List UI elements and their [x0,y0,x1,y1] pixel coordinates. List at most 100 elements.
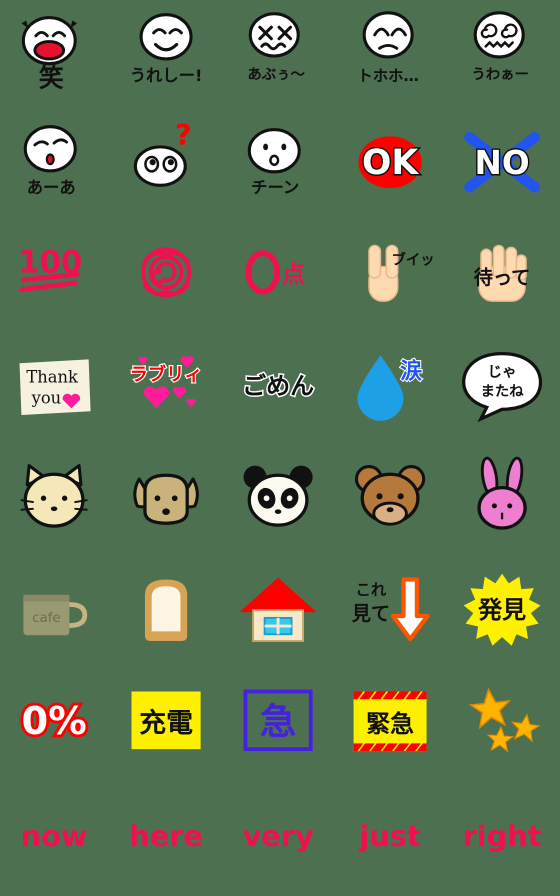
face-blank-icon: チーン [232,120,328,216]
svg-text:ごめん: ごめん [242,372,314,400]
svg-text:急: 急 [260,700,296,743]
bear-face-icon [344,456,440,552]
sticker-cell-here[interactable]: here [112,784,224,896]
sorry-text-icon: ごめん [232,344,328,440]
sticker-cell-hundred[interactable]: 100 [0,224,112,336]
discovery-burst-icon: 発見 [456,568,552,664]
face-sad-icon: トホホ… [344,8,440,104]
svg-text:見て: 見て [351,602,390,625]
svg-text:right: right [463,819,542,853]
svg-text:cafe: cafe [32,611,61,626]
sticker-cell-bread[interactable] [112,560,224,672]
text-right-icon: right [456,792,552,888]
cat-face-icon [8,456,104,552]
sticker-cell-zeropct[interactable]: 0% [0,672,112,784]
svg-text:またね: またね [480,383,524,400]
coffee-mug-icon: cafe [8,568,104,664]
sticker-cell-jamatane[interactable]: じゃ またね [448,336,560,448]
sticker-cell-now[interactable]: now [0,784,112,896]
sticker-cell-charge[interactable]: 充電 [112,672,224,784]
sticker-cell-bear[interactable] [336,448,448,560]
svg-text:発見: 発見 [477,596,526,624]
face-laugh-icon: 笑 [8,8,104,104]
lovely-hearts-icon: ラブリィ [120,344,216,440]
svg-text:now: now [21,819,88,853]
sticker-cell-wait[interactable]: 待って [448,224,560,336]
bread-slice-icon [120,568,216,664]
sticker-cell-happy[interactable]: うれしー! [112,0,224,112]
sticker-cell-rabbit[interactable] [448,448,560,560]
sticker-cell-right[interactable]: right [448,784,560,896]
sticker-cell-chiin[interactable]: チーン [224,112,336,224]
sticker-cell-cat[interactable] [0,448,112,560]
svg-text:笑: 笑 [39,64,64,93]
svg-text:涙: 涙 [400,359,422,385]
svg-text:点: 点 [282,262,305,288]
sticker-cell-dog[interactable] [112,448,224,560]
svg-text:ブイッ: ブイッ [392,251,435,269]
ok-stamp-icon: OK [344,120,440,216]
svg-text:0%: 0% [22,699,87,744]
svg-text:OK: OK [362,143,419,183]
face-question-icon: ? [120,118,216,216]
sticker-cell-namida[interactable]: 涙 [336,336,448,448]
svg-text:緊急: 緊急 [366,710,414,738]
sticker-cell-zeroten[interactable]: 点 [224,224,336,336]
peace-hand-icon: ブイッ [344,232,440,328]
sticker-cell-panda[interactable] [224,448,336,560]
sticker-cell-no[interactable]: NO [448,112,560,224]
rose-icon [120,232,216,328]
sticker-cell-aaa[interactable]: あーあ [0,112,112,224]
text-just-icon: just [344,792,440,888]
sticker-cell-ok[interactable]: OK [336,112,448,224]
text-now-icon: now [8,792,104,888]
sticker-cell-lovely[interactable]: ラブリィ [112,336,224,448]
svg-text:これ: これ [356,581,387,599]
house-icon [232,568,328,664]
sticker-cell-koremite[interactable]: これ 見て [336,560,448,672]
sticker-cell-tohoho[interactable]: トホホ… [336,0,448,112]
svg-text:you: you [31,389,62,408]
sticker-cell-hakken[interactable]: 発見 [448,560,560,672]
hundred-points-icon: 100 [8,232,104,328]
text-here-icon: here [120,792,216,888]
svg-text:トホホ…: トホホ… [357,67,418,85]
stars-icon [456,680,552,776]
face-swirl-eyes-icon: うわぁー [456,8,552,104]
svg-text:チーン: チーン [251,178,299,197]
sticker-cell-question[interactable]: ? [112,112,224,224]
svg-text:just: just [358,819,421,853]
sticker-cell-uwaa[interactable]: うわぁー [448,0,560,112]
sticker-cell-laugh[interactable]: 笑 [0,0,112,112]
look-here-arrow-icon: これ 見て [344,568,440,664]
svg-text:待って: 待って [474,266,531,289]
panda-face-icon [232,456,328,552]
sticker-cell-gomen[interactable]: ごめん [224,336,336,448]
sticker-cell-cafe[interactable]: cafe [0,560,112,672]
text-very-icon: very [232,792,328,888]
thankyou-note-icon: Thank you [8,344,104,440]
sticker-cell-rose[interactable] [112,224,224,336]
svg-text:Thank: Thank [26,367,78,386]
svg-text:very: very [242,819,314,853]
svg-text:充電: 充電 [139,707,193,739]
speech-bubble-icon: じゃ またね [456,344,552,440]
svg-text:じゃ: じゃ [488,364,517,381]
face-scrunch-icon: あぶぅ～ [232,8,328,104]
sticker-cell-house[interactable] [224,560,336,672]
rabbit-face-icon [456,456,552,552]
sticker-cell-stars[interactable] [448,672,560,784]
no-cross-icon: NO [456,120,552,216]
sticker-cell-abuu[interactable]: あぶぅ～ [224,0,336,112]
sticker-cell-hurry[interactable]: 急 [224,672,336,784]
svg-text:ラブリィ: ラブリィ [130,363,203,385]
sticker-cell-thankyou[interactable]: Thank you [0,336,112,448]
svg-text:here: here [129,819,203,853]
sticker-cell-peace[interactable]: ブイッ [336,224,448,336]
emoji-sticker-grid: 笑 うれしー! あぶぅ～ トホホ… うわぁーあーあ? チーン OK NO 100 点 ブイッ待って T… [0,0,560,896]
svg-text:あぶぅ～: あぶぅ～ [247,66,305,83]
sticker-cell-just[interactable]: just [336,784,448,896]
charging-sign-icon: 充電 [120,680,216,776]
sticker-cell-emergency[interactable]: 緊急 [336,672,448,784]
sticker-cell-very[interactable]: very [224,784,336,896]
